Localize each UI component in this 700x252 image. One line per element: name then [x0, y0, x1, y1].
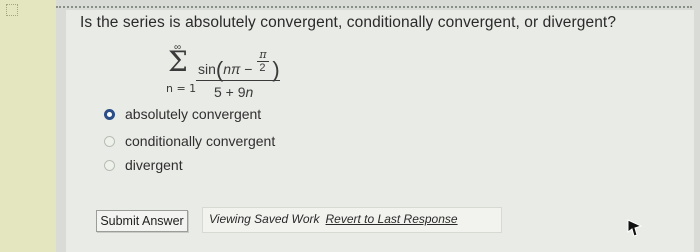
sin-function: sin	[198, 61, 216, 77]
question-text: Is the series is absolutely convergent, …	[80, 14, 617, 31]
inner-denominator: 2	[259, 62, 266, 74]
numerator-variable: nπ	[223, 61, 241, 77]
series-formula: ∞ Σ n = 1 sin(nπ − π 2 ) 5 + 9n	[166, 42, 366, 106]
submit-answer-button[interactable]: Submit Answer	[96, 210, 188, 232]
fraction-bar	[196, 80, 280, 81]
option-label: divergent	[125, 157, 183, 173]
inner-numerator: π	[259, 48, 267, 61]
summation-symbol: Σ	[168, 45, 188, 78]
option-absolutely-convergent[interactable]: absolutely convergent	[104, 105, 261, 123]
series-numerator: sin(nπ − π 2 )	[198, 48, 280, 82]
mouse-cursor-icon	[627, 219, 643, 237]
revert-link[interactable]: Revert to Last Response	[326, 212, 458, 226]
option-label: conditionally convergent	[125, 133, 276, 149]
question-panel: Is the series is absolutely convergent, …	[66, 10, 694, 252]
series-lower-limit: n = 1	[166, 82, 197, 95]
minus-sign: −	[244, 61, 253, 77]
series-denominator: 5 + 9n	[214, 84, 254, 100]
saved-work-notice: Viewing Saved Work Revert to Last Respons…	[202, 207, 502, 233]
option-conditionally-convergent[interactable]: conditionally convergent	[104, 132, 275, 150]
left-margin-bar	[0, 0, 56, 252]
radio-selected-icon[interactable]	[104, 108, 115, 120]
radio-unselected-icon[interactable]	[104, 159, 115, 171]
pi-over-two: π 2	[256, 48, 272, 82]
dotted-separator	[56, 6, 692, 8]
margin-marker-icon	[6, 4, 18, 16]
option-divergent[interactable]: divergent	[104, 156, 183, 174]
saved-work-text: Viewing Saved Work	[209, 212, 320, 226]
radio-unselected-icon[interactable]	[104, 135, 115, 147]
option-label: absolutely convergent	[125, 106, 262, 122]
